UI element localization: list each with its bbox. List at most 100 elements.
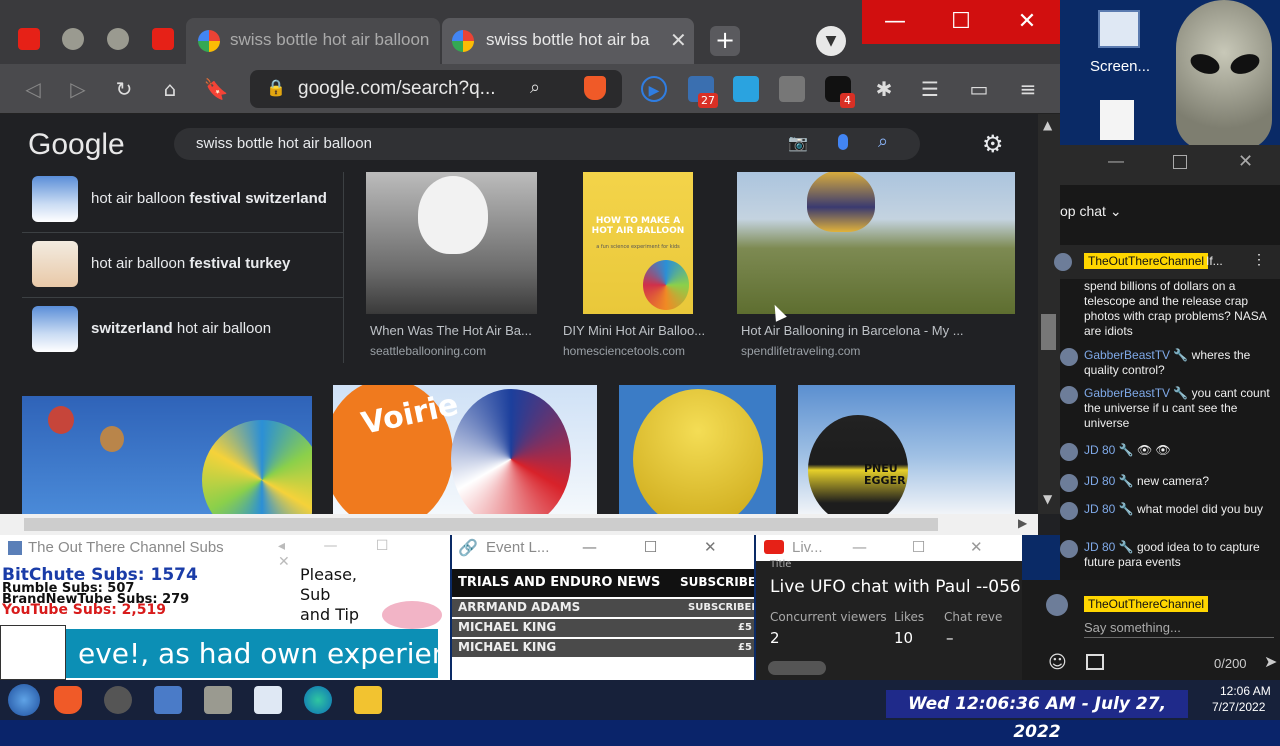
extension-icon-3[interactable] — [779, 76, 805, 102]
scroll-thumb[interactable] — [1041, 314, 1056, 350]
playlist-icon[interactable]: ☰ — [917, 76, 943, 102]
close-window-button[interactable]: ✕ — [994, 0, 1060, 44]
microphone-icon[interactable] — [838, 134, 848, 150]
zoom-icon[interactable]: ⌕ — [530, 77, 540, 98]
wallet-icon[interactable]: ▭ — [966, 76, 992, 102]
image-caption[interactable]: Hot Air Ballooning in Barcelona - My ... — [741, 323, 964, 338]
taskbar-date[interactable]: 7/27/2022 — [1212, 700, 1265, 714]
avatar — [1054, 253, 1072, 271]
suggestion-item[interactable]: hot air balloon festival switzerland — [22, 168, 344, 233]
taskbar-time[interactable]: 12:06 AM — [1220, 684, 1271, 698]
tab-google-search-2[interactable]: swiss bottle hot air ba ✕ — [442, 18, 694, 64]
desktop-file-icon[interactable] — [1098, 10, 1140, 48]
image-result-pneu-egger[interactable]: PNEU EGGER — [798, 385, 1015, 514]
desktop-doc-icon[interactable] — [1100, 100, 1134, 140]
search-icon[interactable]: ⌕ — [878, 131, 888, 152]
image-caption[interactable]: DIY Mini Hot Air Balloo... — [563, 323, 705, 338]
tab-search-button[interactable]: ▼ — [816, 26, 846, 56]
image-source[interactable]: homesciencetools.com — [563, 344, 685, 358]
chat-maximize-button[interactable] — [1173, 155, 1187, 169]
alien-tab-icon-2[interactable] — [107, 28, 129, 50]
stat-value: 2 — [770, 629, 780, 647]
extensions-puzzle-icon[interactable]: ✱ — [871, 76, 897, 102]
image-caption[interactable]: When Was The Hot Air Ba... — [370, 323, 532, 338]
screen-taskbar-icon[interactable] — [254, 686, 282, 714]
tab-label: swiss bottle hot air ba — [486, 30, 650, 49]
home-icon[interactable]: ⌂ — [157, 76, 183, 102]
scroll-up-arrow[interactable]: ▲ — [1043, 118, 1052, 132]
suggestion-item[interactable]: switzerland hot air balloon — [22, 298, 344, 363]
alien-logo — [0, 625, 66, 680]
event-row-value: £5 — [738, 642, 752, 653]
more-options-icon[interactable]: ⋮ — [1252, 251, 1266, 268]
char-counter: 0/200 — [1214, 656, 1247, 671]
live-title-label: Title — [770, 559, 792, 570]
alien-tab-icon[interactable] — [62, 28, 84, 50]
menu-icon[interactable]: ≡ — [1015, 76, 1041, 102]
start-button[interactable] — [8, 684, 40, 716]
emoji-icon[interactable]: ☺ — [1048, 652, 1067, 673]
book-title: HOW TO MAKE A HOT AIR BALLOON — [591, 216, 685, 236]
image-source[interactable]: seattleballooning.com — [370, 344, 486, 358]
search-input[interactable]: swiss bottle hot air balloon 📷 ⌕ — [174, 128, 920, 160]
extension-icon-2[interactable] — [733, 76, 759, 102]
scroll-down-arrow[interactable]: ▼ — [1043, 492, 1052, 506]
youtube-tab-icon[interactable] — [18, 28, 40, 50]
bookmark-icon[interactable]: 🔖 — [203, 76, 229, 102]
avatar — [1060, 348, 1078, 366]
event-row-value: £5 — [738, 622, 752, 633]
new-tab-button[interactable]: + — [710, 26, 740, 56]
image-result-voirie[interactable]: Voirie — [333, 385, 597, 514]
image-result-barcelona[interactable] — [737, 168, 1015, 314]
edge-dev-taskbar-icon[interactable] — [304, 686, 332, 714]
alien-taskbar-icon[interactable] — [204, 686, 232, 714]
media-play-icon[interactable]: ▶ — [641, 76, 667, 102]
live-stream-window: Liv... — ☐ ✕ Title Live UFO chat with Pa… — [756, 535, 1022, 680]
live-window-controls[interactable]: — ☐ ✕ — [852, 538, 1020, 556]
suggestion-item[interactable]: hot air balloon festival turkey — [22, 233, 344, 298]
balloon-shape — [807, 170, 875, 232]
horizontal-scroll-thumb[interactable] — [24, 518, 938, 531]
address-bar[interactable]: 🔒 google.com/search?q... ⌕ — [250, 70, 622, 108]
back-icon[interactable]: ◁ — [20, 76, 46, 102]
event-window-controls[interactable]: — ☐ ✕ — [582, 538, 752, 556]
youtube-tab-icon-2[interactable] — [152, 28, 174, 50]
horizontal-scrollbar[interactable]: ▶ — [0, 514, 1038, 535]
send-icon[interactable]: ➤ — [1264, 652, 1277, 671]
chat-close-button[interactable]: ✕ — [1238, 151, 1253, 172]
minimize-button[interactable]: — — [862, 0, 928, 44]
chat-header[interactable]: op chat ⌄ — [1060, 203, 1122, 220]
super-chat-icon[interactable] — [1086, 654, 1104, 670]
settings-gear-icon[interactable]: ⚙ — [982, 130, 1004, 158]
window-app-icon — [8, 541, 22, 555]
google-logo[interactable]: Google — [28, 128, 125, 162]
brave-shield-icon[interactable] — [584, 76, 606, 100]
pinned-message[interactable]: TheOutThereChannel If... ⋮ — [1054, 245, 1280, 279]
balloon-shape — [451, 389, 571, 514]
image-source[interactable]: spendlifetraveling.com — [741, 344, 860, 358]
event-row-name: MICHAEL KING — [458, 620, 557, 634]
camera-icon[interactable]: 📷 — [788, 133, 808, 153]
scroll-right-arrow[interactable]: ▶ — [1018, 516, 1027, 530]
brave-taskbar-icon[interactable] — [54, 686, 82, 714]
chat-minimize-button[interactable]: — — [1108, 153, 1124, 171]
image-result-navy-balloon[interactable] — [366, 168, 537, 314]
reload-icon[interactable]: ↻ — [111, 76, 137, 102]
maximize-button[interactable]: ☐ — [928, 0, 994, 44]
image-result-yellow-balloon[interactable] — [619, 385, 776, 514]
file-explorer-taskbar-icon[interactable] — [354, 686, 382, 714]
forward-icon[interactable]: ▷ — [65, 76, 91, 102]
tab-strip: swiss bottle hot air balloon swiss bottl… — [0, 0, 1060, 64]
chat-message: GabberBeastTV 🔧 you cant count the unive… — [1084, 386, 1270, 430]
balloon-shape — [418, 176, 488, 254]
chat-message-input[interactable]: Say something... — [1084, 620, 1274, 638]
tab-google-search-1[interactable]: swiss bottle hot air balloon — [186, 18, 440, 64]
subs-taskbar-icon[interactable] — [154, 686, 182, 714]
image-result-book-cover[interactable]: HOW TO MAKE A HOT AIR BALLOON a fun scie… — [583, 168, 693, 314]
vertical-scrollbar[interactable]: ▲ ▼ — [1038, 114, 1060, 514]
image-result-balloons-sky[interactable] — [22, 396, 312, 514]
stat-label: Chat reve — [944, 610, 1003, 624]
obs-taskbar-icon[interactable] — [104, 686, 132, 714]
close-tab-icon[interactable]: ✕ — [670, 28, 687, 53]
live-scroll-thumb[interactable] — [768, 661, 826, 675]
